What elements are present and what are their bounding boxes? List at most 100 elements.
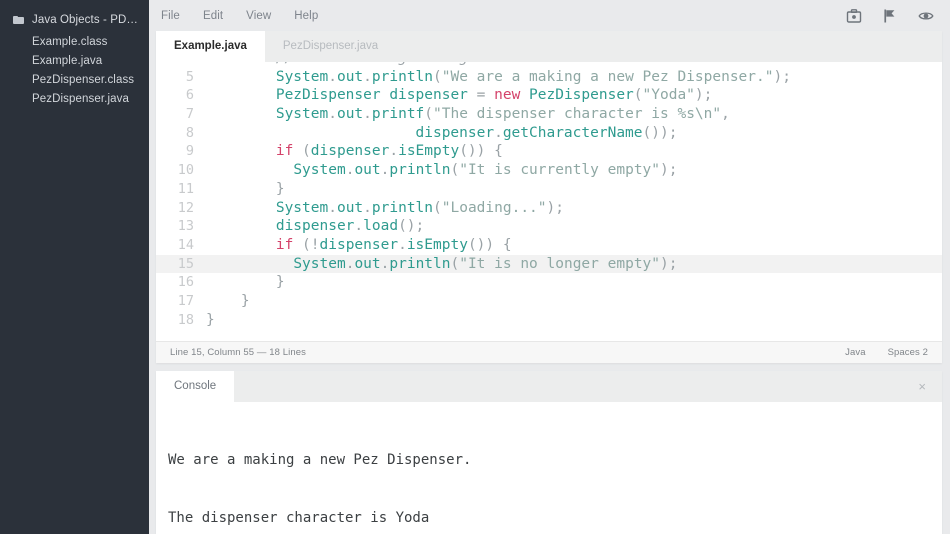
line-number: 16 (177, 274, 194, 291)
project-root-row[interactable]: Java Objects - PD… (0, 10, 149, 30)
code-editor[interactable]: 4 // Your amazing code goes here...5 Sys… (156, 62, 942, 341)
file-item-pezdispenser-java[interactable]: PezDispenser.java (0, 90, 149, 109)
code-token: ( (450, 255, 460, 272)
code-token: ); (660, 162, 678, 179)
console-window: Console × We are a making a new Pez Disp… (156, 371, 942, 534)
line-number: 7 (185, 106, 194, 123)
line-number: 12 (177, 199, 194, 216)
code-token: . (363, 106, 372, 123)
line-text: dispenser.getCharacterName()); (156, 124, 942, 143)
code-token: ); (660, 255, 678, 272)
language-mode-label[interactable]: Java (845, 347, 865, 358)
console-tab[interactable]: Console (156, 371, 235, 402)
line-number: 6 (185, 87, 194, 104)
line-text: } (156, 292, 942, 311)
code-token: PezDispenser dispenser (275, 87, 477, 104)
line-number: 11 (177, 180, 194, 197)
status-right-group: Java Spaces 2 (845, 347, 928, 358)
line-text: System.out.printf("The dispenser charact… (156, 105, 942, 124)
indent-setting-label[interactable]: Spaces 2 (888, 347, 928, 358)
code-token: (! (293, 236, 320, 253)
menu-edit[interactable]: Edit (203, 10, 223, 22)
eye-icon[interactable] (918, 8, 934, 24)
line-number: 18 (177, 311, 194, 328)
code-token: println (389, 255, 451, 272)
code-line: 6 PezDispenser dispenser = new PezDispen… (156, 86, 942, 105)
menu-view[interactable]: View (246, 10, 271, 22)
line-number: 14 (177, 236, 194, 253)
close-icon[interactable]: × (918, 371, 926, 402)
file-item-example-class[interactable]: Example.class (0, 33, 149, 52)
code-line: 15 System.out.println("It is no longer e… (156, 254, 942, 274)
file-explorer-sidebar: Java Objects - PD… Example.class Example… (0, 0, 149, 534)
console-output[interactable]: We are a making a new Pez Dispenser. The… (156, 402, 942, 534)
menu-help[interactable]: Help (294, 10, 318, 22)
code-token: ( (424, 106, 434, 123)
code-token: PezDispenser (529, 87, 634, 104)
code-token: . (494, 124, 503, 141)
line-text: System.out.println("It is currently empt… (156, 161, 942, 180)
code-token: } (206, 180, 285, 197)
file-list: Example.class Example.java PezDispenser.… (0, 33, 149, 109)
code-token: out (336, 68, 364, 85)
code-token: } (206, 311, 215, 328)
console-tab-bar: Console × (156, 371, 942, 402)
code-line: 16 } (156, 273, 942, 292)
code-token: load (363, 218, 399, 235)
line-text: System.out.println("Loading..."); (156, 199, 942, 218)
code-token: System (293, 162, 346, 179)
code-line: 11 } (156, 180, 942, 199)
line-text: PezDispenser dispenser = new PezDispense… (156, 86, 942, 105)
file-item-pezdispenser-class[interactable]: PezDispenser.class (0, 71, 149, 90)
code-token: (); (398, 218, 425, 235)
code-token: "Loading..." (441, 199, 547, 216)
code-token: System (293, 255, 346, 272)
code-token: "We are a making a new Pez Dispenser." (441, 68, 774, 85)
code-lines: 4 // Your amazing code goes here...5 Sys… (156, 62, 942, 329)
flag-icon[interactable] (882, 8, 898, 24)
code-token: println (389, 162, 451, 179)
code-token: dispenser (275, 218, 355, 235)
code-token: . (389, 143, 399, 160)
line-text: } (156, 311, 942, 330)
project-title: Java Objects - PD… (32, 14, 138, 26)
code-token: getCharacterName (502, 124, 643, 141)
editor-status-bar: Line 15, Column 55 — 18 Lines Java Space… (156, 341, 942, 363)
code-line: 17 } (156, 292, 942, 311)
code-token: ( (633, 87, 643, 104)
code-line: 8 dispenser.getCharacterName()); (156, 124, 942, 143)
line-number: 9 (185, 143, 194, 160)
code-line: 10 System.out.println("It is currently e… (156, 161, 942, 180)
line-number: 15 (177, 255, 194, 272)
line-number: 17 (177, 292, 194, 309)
line-number: 10 (177, 162, 194, 179)
code-token: new (494, 87, 530, 104)
code-token: isEmpty (398, 143, 460, 160)
code-token: System (275, 106, 329, 123)
folder-icon (13, 15, 25, 25)
code-line: 9 if (dispenser.isEmpty()) { (156, 142, 942, 161)
code-token: if (275, 143, 294, 160)
code-token: dispenser (319, 236, 399, 253)
code-token: = (476, 87, 495, 104)
editor-tab-pezdispenser-java[interactable]: PezDispenser.java (265, 31, 401, 62)
code-token: println (371, 199, 434, 216)
line-number: 8 (185, 124, 194, 141)
code-token: dispenser (415, 124, 495, 141)
code-token: . (363, 68, 372, 85)
code-token: out (336, 106, 364, 123)
camera-icon[interactable] (846, 8, 862, 24)
menu-file[interactable]: File (161, 10, 180, 22)
menu-bar: File Edit View Help (149, 0, 950, 31)
code-line: 14 if (!dispenser.isEmpty()) { (156, 236, 942, 255)
file-item-example-java[interactable]: Example.java (0, 52, 149, 71)
console-line: We are a making a new Pez Dispenser. (168, 451, 472, 468)
editor-tab-example-java[interactable]: Example.java (156, 31, 265, 62)
code-token: isEmpty (406, 236, 468, 253)
code-line: 12 System.out.println("Loading..."); (156, 199, 942, 218)
